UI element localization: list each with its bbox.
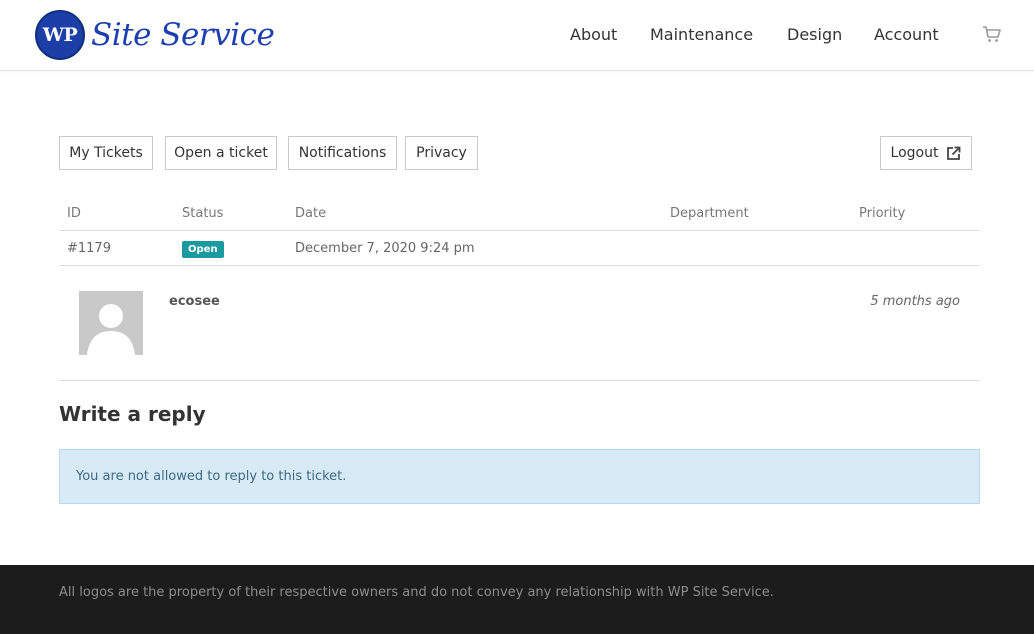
nav-item-about[interactable]: About [570,22,617,48]
logout-label: Logout [890,145,939,161]
logout-button[interactable]: Logout [880,136,972,170]
site-header: WP Site Service About Maintenance Design… [0,0,1034,71]
logo-badge: WP [35,10,85,60]
site-footer: All logos are the property of their resp… [0,565,1034,634]
ticket-table-header: ID Status Date Department Priority [59,196,980,231]
status-badge: Open [182,241,224,258]
header-department: Department [670,206,749,221]
reply-author: ecosee [169,294,220,309]
ticket-id: #1179 [67,241,111,256]
header-id: ID [67,206,81,221]
avatar [79,291,143,355]
reply-not-allowed-notice: You are not allowed to reply to this tic… [59,449,980,504]
footer-text: All logos are the property of their resp… [59,585,774,600]
open-ticket-button[interactable]: Open a ticket [165,136,277,170]
reply-section-title: Write a reply [59,402,206,426]
divider [59,380,980,381]
my-tickets-button[interactable]: My Tickets [59,136,153,170]
nav-item-maintenance[interactable]: Maintenance [650,22,753,48]
notifications-button[interactable]: Notifications [288,136,397,170]
nav-item-design[interactable]: Design [787,22,842,48]
table-row: #1179 Open December 7, 2020 9:24 pm [59,231,980,266]
site-logo[interactable]: WP Site Service [35,10,275,60]
privacy-button[interactable]: Privacy [405,136,478,170]
nav-item-account[interactable]: Account [874,22,939,48]
reply-time: 5 months ago [870,294,960,309]
header-priority: Priority [859,206,906,221]
logo-text: Site Service [91,17,275,53]
header-date: Date [295,206,327,221]
header-status: Status [182,206,224,221]
ticket-date: December 7, 2020 9:24 pm [295,241,475,256]
external-link-icon [946,146,961,161]
cart-icon[interactable] [982,24,1002,44]
